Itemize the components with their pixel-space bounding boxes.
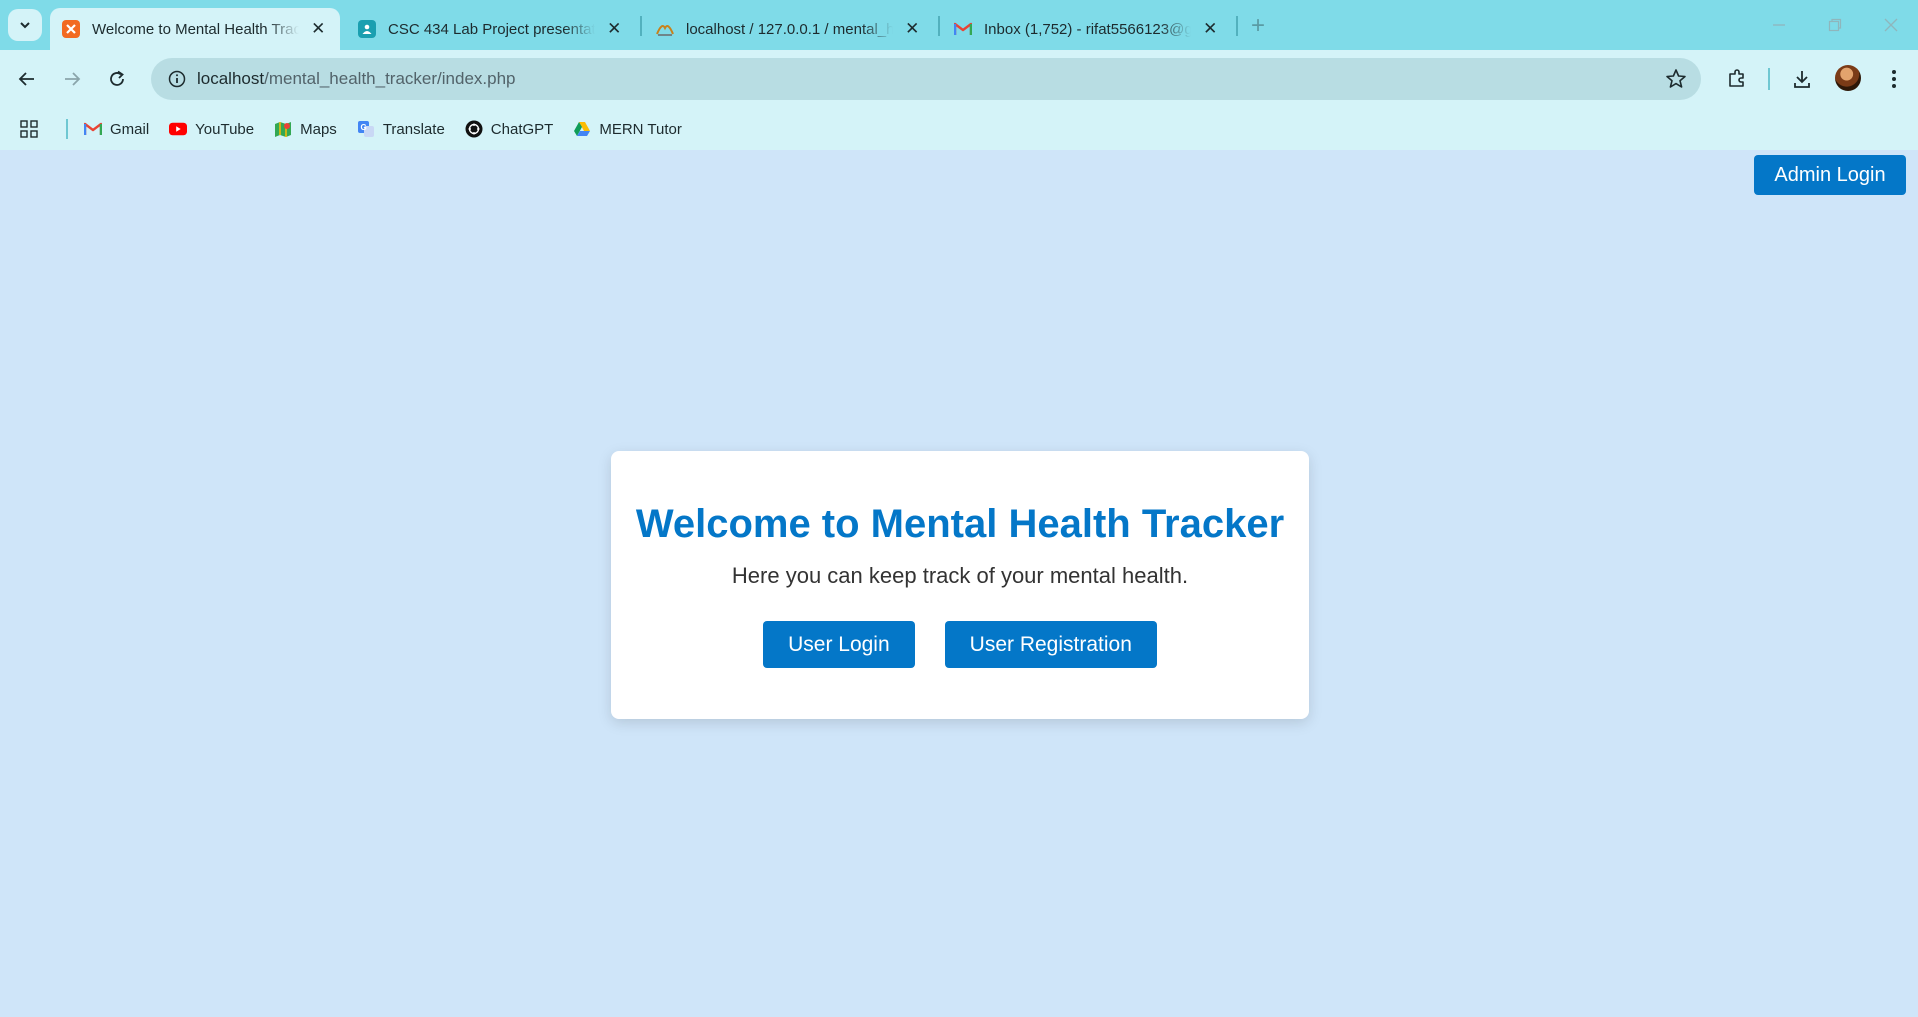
more-menu-icon[interactable] <box>1877 62 1911 96</box>
apps-grid-icon <box>20 120 38 138</box>
tab-gmail-inbox[interactable]: Inbox (1,752) - rifat5566123@gmail.com ✕ <box>942 8 1232 50</box>
page-subtitle: Here you can keep track of your mental h… <box>731 563 1189 588</box>
download-icon[interactable] <box>1785 62 1819 96</box>
toolbar-divider <box>1768 68 1770 90</box>
bookmark-star-icon[interactable] <box>1665 68 1687 95</box>
url-text[interactable]: localhost/mental_health_tracker/index.ph… <box>197 69 516 89</box>
phpmyadmin-icon <box>656 20 674 38</box>
tab-separator <box>640 16 642 36</box>
maps-icon <box>274 120 292 138</box>
tab-separator <box>1236 16 1238 36</box>
reload-icon[interactable] <box>100 62 134 96</box>
browser-toolbar: localhost/mental_health_tracker/index.ph… <box>0 50 1918 108</box>
bookmarks-separator <box>66 119 68 139</box>
translate-icon: G <box>357 120 375 138</box>
user-login-button[interactable]: User Login <box>763 621 915 668</box>
xampp-icon <box>62 20 80 38</box>
bookmark-label: Gmail <box>110 120 150 138</box>
bookmark-mern-tutor[interactable]: MERN Tutor <box>573 120 682 138</box>
close-tab-icon[interactable]: ✕ <box>605 19 624 39</box>
bookmark-youtube[interactable]: YouTube <box>169 120 254 138</box>
bookmark-chatgpt[interactable]: ChatGPT <box>465 120 554 138</box>
tab-title: Inbox (1,752) - rifat5566123@gmail.com <box>984 20 1191 38</box>
bookmarks-bar: Gmail YouTube Maps G Translate ChatGPT M… <box>0 108 1918 150</box>
bookmark-gmail[interactable]: Gmail <box>84 120 149 138</box>
address-bar[interactable]: localhost/mental_health_tracker/index.ph… <box>151 58 1701 100</box>
svg-text:G: G <box>360 123 366 132</box>
bookmark-label: MERN Tutor <box>599 120 682 138</box>
bookmark-label: YouTube <box>195 120 255 138</box>
close-tab-icon[interactable]: ✕ <box>1201 19 1220 39</box>
tab-title: Welcome to Mental Health Tracker <box>92 20 299 38</box>
profile-avatar[interactable] <box>1835 65 1861 91</box>
forward-icon[interactable] <box>55 62 89 96</box>
bookmark-maps[interactable]: Maps <box>274 120 337 138</box>
minimize-icon[interactable] <box>1756 8 1802 42</box>
url-host: localhost <box>197 69 265 88</box>
bookmark-label: Maps <box>300 120 337 138</box>
bookmark-label: Translate <box>382 120 445 138</box>
drive-icon <box>573 120 591 138</box>
gmail-icon <box>84 120 102 138</box>
tab-phpmyadmin[interactable]: localhost / 127.0.0.1 / mental_health_tr… <box>644 8 934 50</box>
bookmark-translate[interactable]: G Translate <box>357 120 445 138</box>
page-viewport: Admin Login Welcome to Mental Health Tra… <box>0 150 1918 1017</box>
page-title: Welcome to Mental Health Tracker <box>635 502 1285 546</box>
extensions-icon[interactable] <box>1720 62 1754 96</box>
tab-title: localhost / 127.0.0.1 / mental_health_tr… <box>686 20 893 38</box>
youtube-icon <box>169 120 188 138</box>
gmail-icon <box>954 20 972 38</box>
new-tab-icon[interactable]: + <box>1244 12 1272 40</box>
close-tab-icon[interactable]: ✕ <box>309 19 328 39</box>
chevron-down-icon <box>20 22 30 29</box>
tab-title: CSC 434 Lab Project presentation <box>388 20 595 38</box>
restore-icon[interactable] <box>1812 8 1858 42</box>
back-icon[interactable] <box>10 62 44 96</box>
user-registration-button[interactable]: User Registration <box>944 621 1157 668</box>
action-buttons: User Login User Registration <box>611 621 1309 668</box>
admin-login-button[interactable]: Admin Login <box>1754 155 1906 195</box>
close-tab-icon[interactable]: ✕ <box>903 19 922 39</box>
close-window-icon[interactable] <box>1868 8 1914 42</box>
url-path: /mental_health_tracker/index.php <box>264 69 516 88</box>
bookmark-label: ChatGPT <box>490 120 554 138</box>
tab-csc434-presentation[interactable]: CSC 434 Lab Project presentation ✕ <box>346 8 636 50</box>
welcome-card: Welcome to Mental Health Tracker Here yo… <box>611 451 1309 719</box>
tab-search-button[interactable] <box>8 9 42 41</box>
chatgpt-icon <box>465 120 483 138</box>
apps-button[interactable] <box>20 120 46 138</box>
classroom-icon <box>358 20 376 38</box>
tab-strip: Welcome to Mental Health Tracker ✕ CSC 4… <box>0 0 1918 50</box>
tab-separator <box>938 16 940 36</box>
site-info-icon[interactable] <box>157 58 197 100</box>
tab-mental-health-tracker[interactable]: Welcome to Mental Health Tracker ✕ <box>50 8 340 50</box>
